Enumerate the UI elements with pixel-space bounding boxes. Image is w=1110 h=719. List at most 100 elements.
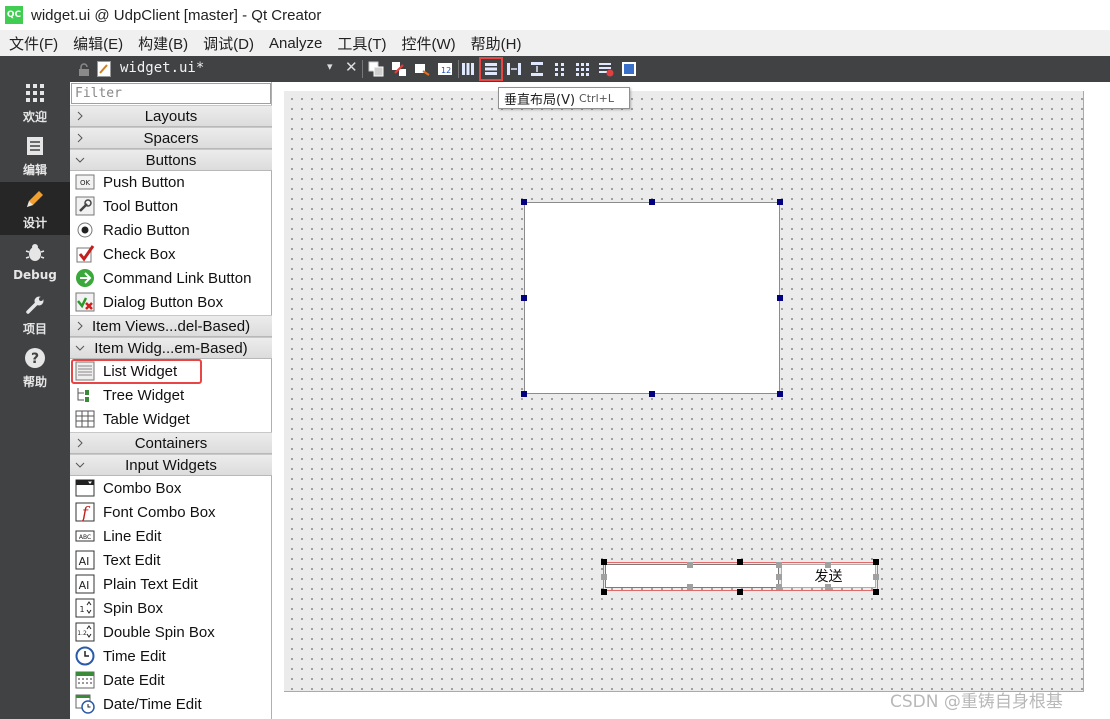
category-layouts[interactable]: Layouts (70, 105, 272, 127)
resize-handle[interactable] (776, 562, 782, 568)
widget-item-time-edit[interactable]: Time Edit (70, 644, 272, 668)
break-layout-icon[interactable] (596, 59, 616, 79)
chevron-down-icon[interactable]: ▾ (327, 60, 333, 73)
edit-signals-slots-icon[interactable] (389, 59, 409, 79)
menu-file[interactable]: 文件(F) (2, 30, 66, 56)
widget-item-text-edit[interactable]: AI Text Edit (70, 548, 272, 572)
resize-handle[interactable] (825, 562, 831, 568)
widget-item-label: Double Spin Box (103, 623, 215, 641)
resize-handle[interactable] (777, 295, 783, 301)
form-list-widget[interactable] (524, 202, 780, 394)
menu-edit[interactable]: 编辑(E) (66, 30, 131, 56)
widget-item-font-combo-box[interactable]: f Font Combo Box (70, 500, 272, 524)
grid-icon (23, 81, 47, 105)
command-link-icon (76, 269, 94, 287)
category-item-widgets[interactable]: Item Widg...em-Based) (70, 337, 272, 359)
resize-handle[interactable] (649, 391, 655, 397)
category-containers[interactable]: Containers (70, 432, 272, 454)
question-icon: ? (23, 346, 47, 370)
widget-item-table-widget[interactable]: Table Widget (70, 407, 272, 431)
resize-handle[interactable] (521, 391, 527, 397)
menu-bar: 文件(F) 编辑(E) 构建(B) 调试(D) Analyze 工具(T) 控件… (0, 30, 1110, 56)
layout-selection-frame (603, 562, 878, 591)
resize-handle[interactable] (825, 584, 831, 590)
widget-item-line-edit[interactable]: ABC Line Edit (70, 524, 272, 548)
resize-handle[interactable] (873, 574, 879, 580)
widget-item-plain-text-edit[interactable]: AI Plain Text Edit (70, 572, 272, 596)
tooltip-text: 垂直布局(V) (504, 92, 576, 108)
resize-handle[interactable] (873, 589, 879, 595)
mode-design[interactable]: 设计 (0, 182, 70, 235)
widget-item-label: Font Combo Box (103, 503, 216, 521)
resize-handle[interactable] (601, 589, 607, 595)
mode-debug[interactable]: Debug (0, 235, 70, 288)
resize-handle[interactable] (737, 559, 743, 565)
edit-tab-order-icon[interactable]: 12 (435, 59, 455, 79)
lock-icon[interactable] (78, 62, 90, 76)
widget-item-radio-button[interactable]: Radio Button (70, 218, 272, 242)
resize-handle[interactable] (776, 574, 782, 580)
mode-projects[interactable]: 项目 (0, 288, 70, 341)
widget-item-tree-widget[interactable]: Tree Widget (70, 383, 272, 407)
resize-handle[interactable] (521, 199, 527, 205)
font-combo-box-icon: f (75, 502, 95, 522)
edit-buddies-icon[interactable] (412, 59, 432, 79)
svg-text:12: 12 (441, 66, 451, 75)
resize-handle[interactable] (521, 295, 527, 301)
grid-layout-icon[interactable] (573, 59, 593, 79)
menu-build[interactable]: 构建(B) (131, 30, 196, 56)
splitter-horizontal-icon[interactable] (504, 59, 524, 79)
widget-item-check-box[interactable]: Check Box (70, 242, 272, 266)
form-layout-icon[interactable] (550, 59, 570, 79)
category-item-views[interactable]: Item Views...del-Based) (70, 315, 272, 337)
resize-handle[interactable] (777, 199, 783, 205)
horizontal-layout-icon[interactable] (458, 59, 478, 79)
mode-welcome[interactable]: 欢迎 (0, 76, 70, 129)
toolbar-separator (362, 60, 363, 78)
open-file-name[interactable]: widget.ui* (120, 60, 204, 76)
resize-handle[interactable] (601, 559, 607, 565)
mode-label: 设计 (22, 215, 47, 230)
watermark-text: CSDN @重铸自身根基 (890, 692, 1063, 712)
vertical-layout-icon[interactable] (479, 57, 503, 81)
filter-input[interactable]: Filter (71, 83, 271, 104)
menu-analyze[interactable]: Analyze (262, 30, 330, 56)
menu-tools[interactable]: 工具(T) (330, 30, 394, 56)
widget-item-date-time-edit[interactable]: Date/Time Edit (70, 692, 272, 716)
push-button-icon: OK (75, 174, 95, 190)
category-spacers[interactable]: Spacers (70, 127, 272, 149)
resize-handle[interactable] (687, 562, 693, 568)
resize-handle[interactable] (649, 199, 655, 205)
edit-widgets-icon[interactable] (366, 59, 386, 79)
widget-item-dialog-button-box[interactable]: Dialog Button Box (70, 290, 272, 314)
widget-item-date-edit[interactable]: Date Edit (70, 668, 272, 692)
resize-handle[interactable] (737, 589, 743, 595)
widget-item-label: Table Widget (103, 410, 190, 428)
splitter-vertical-icon[interactable] (527, 59, 547, 79)
resize-handle[interactable] (776, 584, 782, 590)
svg-text:AI: AI (79, 579, 90, 592)
adjust-size-icon[interactable] (619, 59, 639, 79)
line-edit-icon: ABC (75, 530, 95, 542)
widget-item-push-button[interactable]: OK Push Button (70, 170, 272, 194)
resize-handle[interactable] (873, 559, 879, 565)
mode-edit[interactable]: 编辑 (0, 129, 70, 182)
category-input-widgets[interactable]: Input Widgets (70, 454, 272, 476)
mode-help[interactable]: ? 帮助 (0, 341, 70, 394)
resize-handle[interactable] (777, 391, 783, 397)
menu-help[interactable]: 帮助(H) (464, 30, 530, 56)
widget-item-combo-box[interactable]: Combo Box (70, 476, 272, 500)
menu-debug[interactable]: 调试(D) (196, 30, 262, 56)
widget-item-list-widget[interactable]: List Widget (70, 359, 272, 384)
resize-handle[interactable] (687, 584, 693, 590)
close-icon[interactable]: ✕ (345, 58, 358, 76)
widget-item-spin-box[interactable]: 1 Spin Box (70, 596, 272, 620)
widget-item-command-link-button[interactable]: Command Link Button (70, 266, 272, 290)
widget-item-tool-button[interactable]: Tool Button (70, 194, 272, 218)
menu-controls[interactable]: 控件(W) (395, 30, 464, 56)
widget-item-label: Date/Time Edit (103, 695, 202, 713)
category-buttons[interactable]: Buttons (70, 149, 272, 171)
resize-handle[interactable] (601, 574, 607, 580)
clock-icon (75, 646, 95, 666)
widget-item-double-spin-box[interactable]: 1.2 Double Spin Box (70, 620, 272, 644)
